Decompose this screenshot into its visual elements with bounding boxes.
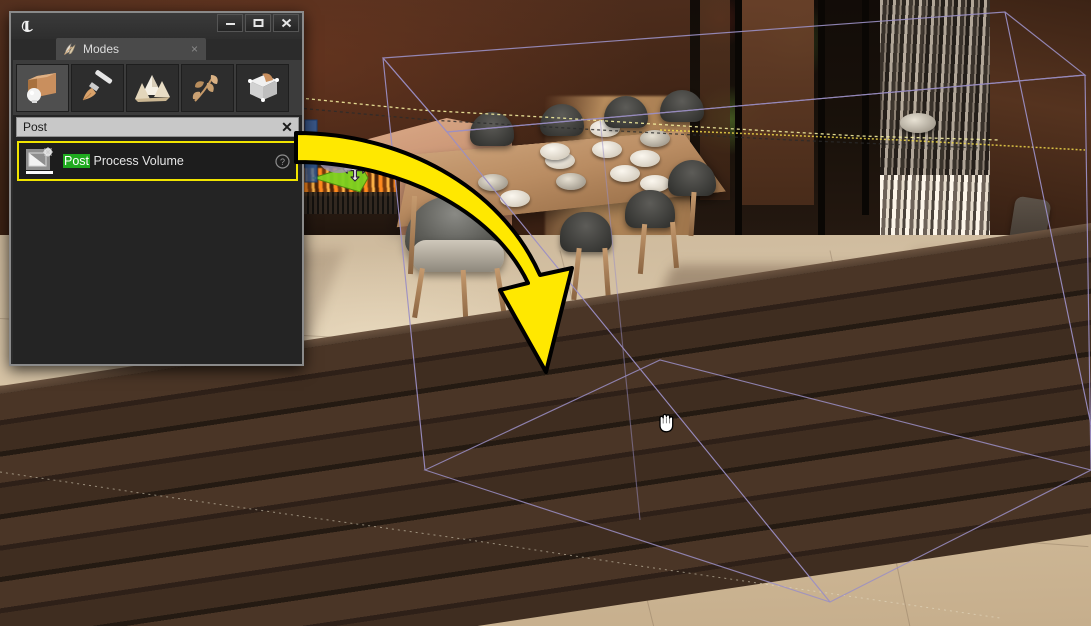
- box-with-sphere-icon: [26, 73, 56, 103]
- mountain-icon: [134, 75, 170, 102]
- post-process-volume-icon: [25, 146, 55, 176]
- scene-door-panel-right: [742, 0, 814, 205]
- leaf-sprig-icon: [192, 75, 218, 102]
- drag-ghost-marker: [316, 128, 362, 179]
- search-match-highlight: Post: [63, 154, 91, 168]
- scene-plate: [540, 143, 570, 160]
- screen-root: Modes × Post ✕ Post Process Volume ?: [0, 0, 1091, 626]
- scene-plate: [900, 113, 936, 133]
- mode-button-geometry-editing[interactable]: [236, 64, 289, 112]
- tab-modes[interactable]: Modes ×: [56, 38, 206, 60]
- unreal-engine-logo-icon: [11, 13, 44, 39]
- result-item-label: Post Process Volume: [63, 154, 275, 168]
- mode-button-foliage[interactable]: [181, 64, 234, 112]
- scene-chair: [560, 212, 612, 252]
- scene-foreground-chair-seat: [412, 240, 504, 272]
- scene-grill-grate: [302, 192, 398, 214]
- modes-toolbar[interactable]: [13, 60, 302, 115]
- scene-plate: [640, 130, 670, 147]
- mode-button-landscape[interactable]: [126, 64, 179, 112]
- scene-plate: [610, 165, 640, 182]
- mode-button-place[interactable]: [16, 64, 69, 112]
- grab-hand-cursor: [656, 410, 678, 439]
- modes-panel-window[interactable]: Modes × Post ✕ Post Process Volume ?: [9, 11, 304, 366]
- paintbrush-icon: [82, 70, 112, 101]
- result-item-label-rest: Process Volume: [90, 154, 184, 168]
- scene-mullion-1: [735, 0, 742, 235]
- search-classes-bar[interactable]: ✕: [16, 117, 299, 137]
- close-button[interactable]: [273, 14, 299, 32]
- minimize-button[interactable]: [217, 14, 243, 32]
- scene-mullion-2: [818, 0, 825, 235]
- scene-plate: [556, 173, 586, 190]
- window-controls[interactable]: [217, 14, 299, 32]
- scene-chair: [625, 190, 675, 228]
- scene-plate: [592, 141, 622, 158]
- search-input[interactable]: [17, 120, 276, 134]
- modes-panel-body: ✕ Post Process Volume: [13, 60, 302, 364]
- brush-box-icon: [247, 73, 279, 102]
- scene-mullion-3: [862, 0, 869, 215]
- foliage-leaf-icon: [62, 41, 78, 57]
- help-icon[interactable]: ?: [275, 153, 290, 169]
- scene-plate: [500, 190, 530, 207]
- unreal-engine-logo-icon: [21, 20, 33, 32]
- modes-window-titlebar[interactable]: [11, 13, 302, 39]
- search-clear-icon[interactable]: ✕: [276, 120, 298, 135]
- tab-close-icon[interactable]: ×: [189, 42, 200, 56]
- placement-results-list: Post Process Volume ?: [17, 141, 298, 181]
- svg-text:?: ?: [280, 157, 285, 167]
- scene-plate: [630, 150, 660, 167]
- scene-plate: [478, 174, 508, 191]
- result-item-post-process-volume[interactable]: Post Process Volume ?: [17, 141, 298, 181]
- maximize-button[interactable]: [245, 14, 271, 32]
- tab-modes-label: Modes: [83, 42, 120, 56]
- mode-button-paint[interactable]: [71, 64, 124, 112]
